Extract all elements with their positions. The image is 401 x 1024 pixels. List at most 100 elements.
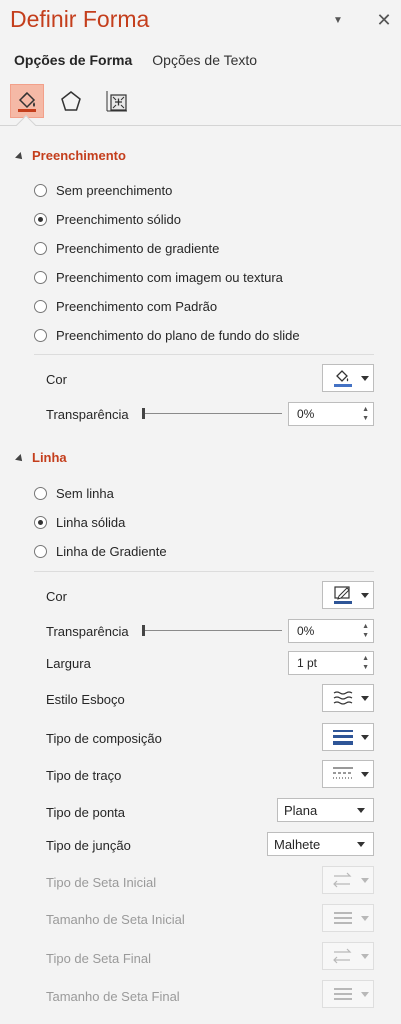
tab-shape-options[interactable]: Opções de Forma <box>14 52 132 68</box>
pane-title-bar: Definir Forma ▼ ✕ <box>0 0 401 40</box>
radio-button-selected[interactable] <box>34 516 47 529</box>
radio-button[interactable] <box>34 184 47 197</box>
fill-option-label: Preenchimento do plano de fundo do slide <box>56 328 300 343</box>
begin-arrow-type-label: Tipo de Seta Inicial <box>46 875 157 890</box>
arrow-size-lines-icon <box>334 988 352 1000</box>
sketch-lines-icon <box>333 691 353 705</box>
chevron-down-icon <box>361 375 369 381</box>
chevron-down-icon <box>357 808 365 813</box>
fill-section-header[interactable]: Preenchimento <box>15 148 126 163</box>
dash-type-button[interactable] <box>322 760 374 788</box>
effects-pentagon-icon[interactable] <box>54 84 88 118</box>
chevron-down-icon <box>361 695 369 701</box>
fill-option-picture[interactable]: Preenchimento com imagem ou textura <box>34 270 283 285</box>
cap-type-value: Plana <box>284 802 318 818</box>
spinner-arrows-icon[interactable]: ▲ ▼ <box>362 622 369 640</box>
radio-button[interactable] <box>34 329 47 342</box>
chevron-down-icon <box>357 842 365 847</box>
spinner-arrows-icon[interactable]: ▲ ▼ <box>362 654 369 672</box>
begin-arrow-type-button[interactable] <box>322 866 374 894</box>
line-transparency-input[interactable]: 0% ▲ ▼ <box>288 619 374 643</box>
line-section-header[interactable]: Linha <box>15 450 67 465</box>
slider-track <box>142 413 282 414</box>
line-width-value: 1 pt <box>297 656 318 670</box>
end-arrow-size-button[interactable] <box>322 980 374 1008</box>
shape-options-icon-row <box>10 82 401 120</box>
chevron-down-icon <box>361 915 369 921</box>
fill-option-pattern[interactable]: Preenchimento com Padrão <box>34 299 217 314</box>
cap-type-select[interactable]: Plana <box>277 798 374 822</box>
fill-transparency-slider[interactable] <box>142 408 282 419</box>
line-color-button[interactable] <box>322 581 374 609</box>
dash-type-label: Tipo de traço <box>46 768 122 783</box>
size-properties-icon[interactable] <box>100 84 134 118</box>
line-option-gradient[interactable]: Linha de Gradiente <box>34 544 167 559</box>
fill-option-gradient[interactable]: Preenchimento de gradiente <box>34 241 219 256</box>
fill-option-none[interactable]: Sem preenchimento <box>34 183 172 198</box>
begin-arrow-size-button[interactable] <box>322 904 374 932</box>
line-width-input[interactable]: 1 pt ▲ ▼ <box>288 651 374 675</box>
arrows-icon <box>333 872 352 888</box>
pane-title: Definir Forma <box>10 6 150 32</box>
line-option-none[interactable]: Sem linha <box>34 486 114 501</box>
fill-option-label: Preenchimento com Padrão <box>56 299 218 314</box>
cap-type-label: Tipo de ponta <box>46 805 126 820</box>
line-transparency-value: 0% <box>297 624 315 638</box>
chevron-down-icon <box>361 592 369 598</box>
radio-button[interactable] <box>34 271 47 284</box>
chevron-down-icon <box>361 771 369 777</box>
radio-button[interactable] <box>34 487 47 500</box>
line-option-label: Linha de Gradiente <box>56 544 167 559</box>
line-section-title: Linha <box>32 450 67 465</box>
radio-button-selected[interactable] <box>34 213 47 226</box>
compound-lines-icon <box>333 730 353 745</box>
fill-option-label: Preenchimento com imagem ou textura <box>56 270 283 285</box>
line-transparency-label: Transparência <box>46 624 129 639</box>
slider-thumb[interactable] <box>142 408 145 419</box>
collapse-triangle-icon <box>15 151 25 162</box>
fill-divider <box>34 354 374 355</box>
sketch-style-button[interactable] <box>322 684 374 712</box>
line-divider <box>34 571 374 572</box>
fill-option-slide-background[interactable]: Preenchimento do plano de fundo do slide <box>34 328 300 343</box>
line-option-solid[interactable]: Linha sólida <box>34 515 125 530</box>
fill-color-button[interactable] <box>322 364 374 392</box>
radio-button[interactable] <box>34 242 47 255</box>
join-type-value: Malhete <box>274 836 321 852</box>
line-option-label: Sem linha <box>56 486 114 501</box>
begin-arrow-size-label: Tamanho de Seta Inicial <box>46 912 185 927</box>
join-type-label: Tipo de junção <box>46 838 131 853</box>
dash-lines-icon <box>333 767 353 779</box>
chevron-down-icon[interactable]: ▼ <box>326 8 350 32</box>
end-arrow-type-label: Tipo de Seta Final <box>46 951 152 966</box>
line-transparency-slider[interactable] <box>142 625 282 636</box>
spinner-arrows-icon[interactable]: ▲ ▼ <box>362 405 369 423</box>
compound-type-button[interactable] <box>322 723 374 751</box>
compound-type-label: Tipo de composição <box>46 731 162 746</box>
fill-transparency-label: Transparência <box>46 407 129 422</box>
join-type-select[interactable]: Malhete <box>267 832 374 856</box>
fill-transparency-input[interactable]: 0% ▲ ▼ <box>288 402 374 426</box>
fill-option-label: Preenchimento de gradiente <box>56 241 220 256</box>
end-arrow-type-button[interactable] <box>322 942 374 970</box>
fill-line-icon[interactable] <box>10 84 44 118</box>
slider-thumb[interactable] <box>142 625 145 636</box>
slider-track <box>142 630 282 631</box>
collapse-triangle-icon <box>15 453 25 464</box>
arrows-icon <box>333 948 352 964</box>
radio-button[interactable] <box>34 300 47 313</box>
arrow-size-lines-icon <box>334 912 352 924</box>
fill-option-label: Preenchimento sólido <box>56 212 182 227</box>
line-width-label: Largura <box>46 656 91 671</box>
sketch-style-label: Estilo Esboço <box>46 692 125 707</box>
close-icon[interactable]: ✕ <box>372 8 396 32</box>
radio-button[interactable] <box>34 545 47 558</box>
chevron-down-icon <box>361 991 369 997</box>
fill-option-label: Sem preenchimento <box>56 183 173 198</box>
paint-bucket-icon <box>334 370 352 387</box>
chevron-down-icon <box>361 953 369 959</box>
chevron-down-icon <box>361 877 369 883</box>
fill-option-solid[interactable]: Preenchimento sólido <box>34 212 181 227</box>
line-option-label: Linha sólida <box>56 515 126 530</box>
tab-text-options[interactable]: Opções de Texto <box>152 52 257 68</box>
